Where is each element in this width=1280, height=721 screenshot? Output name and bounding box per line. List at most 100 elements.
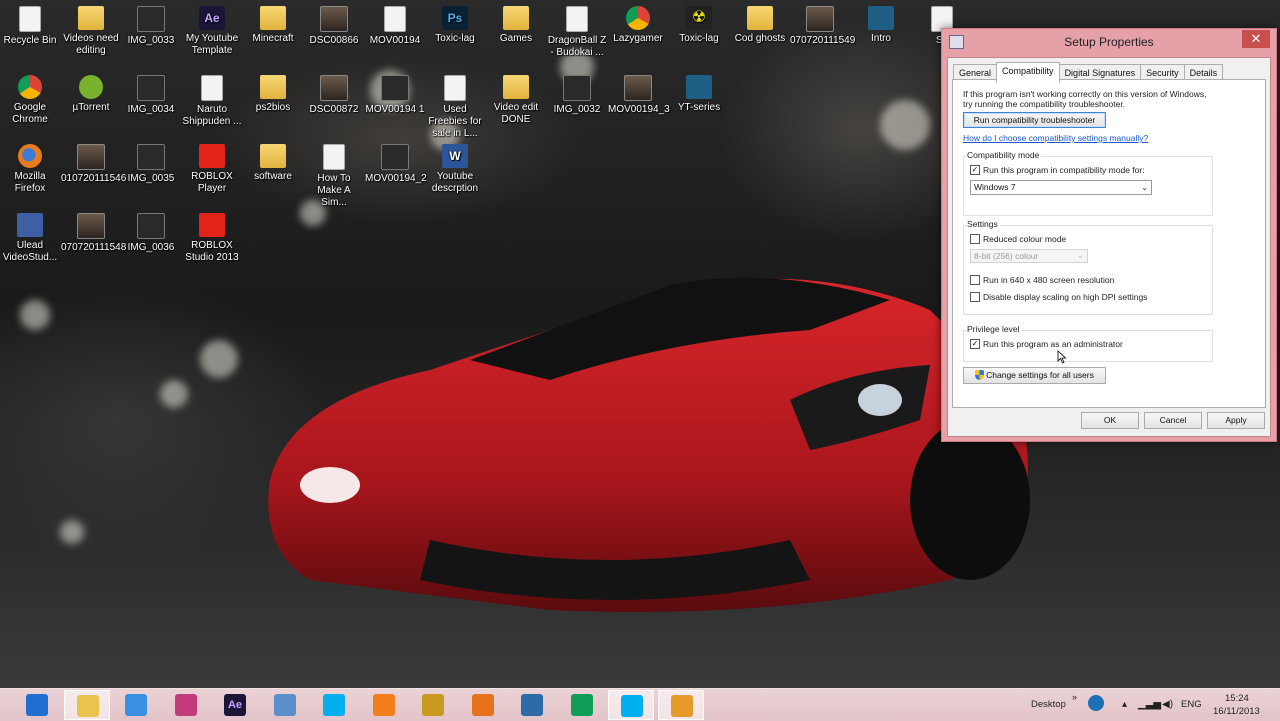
desktop-icon[interactable]: How To Make A Sim... — [304, 144, 364, 209]
desktop-icon[interactable]: IMG_0032 — [547, 75, 607, 116]
info-tray-icon[interactable] — [1088, 695, 1104, 711]
clock-time[interactable]: 15:24 — [1225, 693, 1249, 704]
taskbar-button[interactable] — [311, 690, 357, 720]
image-icon — [137, 213, 165, 239]
desktop-icon[interactable]: Intro — [851, 6, 911, 45]
desktop-icon[interactable]: 070720111548 — [61, 213, 126, 254]
desktop-icon[interactable]: Lazygamer — [608, 6, 668, 45]
desktop-icon[interactable]: software — [243, 144, 303, 183]
apply-button[interactable]: Apply — [1207, 412, 1265, 429]
taskbar-button[interactable] — [608, 690, 654, 720]
taskbar-button[interactable] — [14, 690, 60, 720]
desktop-icon[interactable]: Naruto Shippuden ... — [182, 75, 242, 128]
compatibility-mode-title: Compatibility mode — [967, 150, 1042, 160]
image-icon — [563, 75, 591, 101]
run-as-admin-checkbox[interactable]: ✓ — [970, 339, 980, 349]
taskbar-button[interactable] — [262, 690, 308, 720]
close-button[interactable]: ✕ — [1242, 30, 1270, 48]
folder-icon — [78, 6, 104, 30]
taskbar-button[interactable] — [63, 690, 110, 720]
desktop-icon[interactable]: Ulead VideoStud... — [0, 213, 60, 264]
desktop-icon-label: IMG_0036 — [127, 242, 175, 253]
desktop-icon[interactable]: Videos need editing — [61, 6, 121, 57]
desktop-icon[interactable]: W Youtube descrption — [425, 144, 485, 195]
compat-os-select[interactable]: Windows 7 ⌄ — [970, 180, 1152, 195]
image-icon — [320, 75, 348, 101]
taskbar-button[interactable] — [361, 690, 407, 720]
run-troubleshooter-button[interactable]: Run compatibility troubleshooter — [963, 112, 1106, 128]
volume-icon[interactable]: ◀) — [1162, 699, 1173, 710]
taskbar-button[interactable] — [163, 690, 209, 720]
desktop-icon[interactable]: IMG_0036 — [121, 213, 181, 254]
desktop-icon[interactable]: ROBLOX Player — [182, 144, 242, 195]
taskbar-button[interactable] — [509, 690, 555, 720]
desktop-icon[interactable]: 010720111546 — [61, 144, 126, 185]
desktop-icon[interactable]: DSC00866 — [304, 6, 364, 47]
reduced-colour-checkbox[interactable] — [970, 234, 980, 244]
language-indicator[interactable]: ENG — [1181, 699, 1202, 710]
folder-icon — [260, 144, 286, 168]
desktop-icon-label: Toxic-lag — [679, 33, 719, 44]
desktop-icon[interactable]: DSC00872 — [304, 75, 364, 116]
desktop-icon[interactable]: Recycle Bin — [0, 6, 60, 47]
desktop-icon[interactable]: Ps Toxic-lag — [425, 6, 485, 45]
desktop-icon[interactable]: IMG_0034 — [121, 75, 181, 116]
run-640x480-checkbox[interactable] — [970, 275, 980, 285]
desktop-icon[interactable]: ROBLOX Studio 2013 — [182, 213, 242, 264]
desktop-icon[interactable]: DragonBall Z - Budokai ... — [547, 6, 607, 59]
desktop-icon-label: software — [254, 171, 292, 182]
desktop-icon[interactable]: Games — [486, 6, 546, 45]
after-effects-icon: Ae — [199, 6, 225, 30]
taskbar-button[interactable]: Ae — [212, 690, 258, 720]
desktop-icon[interactable]: MOV00194 — [365, 6, 425, 47]
disable-dpi-scaling-checkbox[interactable] — [970, 292, 980, 302]
clock-date[interactable]: 16/11/2013 — [1213, 706, 1260, 717]
desktop-icon[interactable]: Ae My Youtube Template — [182, 6, 242, 57]
show-hidden-icons-icon[interactable]: ▴ — [1122, 699, 1127, 710]
desktop-icon[interactable]: Mozilla Firefox — [0, 144, 60, 195]
desktop-icon[interactable]: Google Chrome — [0, 75, 60, 126]
desktop-icon-label: DSC00872 — [309, 104, 359, 115]
desktop-icon[interactable]: Used Freebies for sale in L... — [425, 75, 485, 140]
desktop-icon[interactable]: YT-series — [669, 75, 729, 114]
chrome-icon — [570, 694, 593, 716]
taskbar-button[interactable] — [559, 690, 605, 720]
desktop-icon[interactable]: IMG_0035 — [121, 144, 181, 185]
desktop-icon-label: Games — [499, 33, 533, 44]
desktop-icon[interactable]: Video edit DONE — [486, 75, 546, 126]
run-as-admin-label: Run this program as an administrator — [983, 339, 1123, 349]
change-settings-all-users-button[interactable]: Change settings for all users — [963, 367, 1106, 384]
firefox-icon — [471, 694, 494, 716]
taskbar-button[interactable] — [113, 690, 159, 720]
cancel-button[interactable]: Cancel — [1144, 412, 1202, 429]
mouse-cursor-icon — [1057, 350, 1067, 364]
desktop-toolbar-label[interactable]: Desktop — [1031, 699, 1066, 710]
desktop-icon[interactable]: MOV00194 1 — [365, 75, 425, 116]
tab-compatibility[interactable]: Compatibility — [996, 62, 1060, 83]
desktop-icon[interactable]: 070720111549 — [790, 6, 855, 47]
compat-mode-checkbox[interactable]: ✓ — [970, 165, 980, 175]
skype-active-icon — [621, 695, 643, 717]
desktop-icon-label: MOV00194_2 — [365, 173, 427, 184]
taskbar-button[interactable] — [410, 690, 456, 720]
image-icon — [806, 6, 834, 32]
desktop-icon[interactable]: IMG_0033 — [121, 6, 181, 47]
desktop-icon[interactable]: µTorrent — [61, 75, 121, 114]
shortcut-icon — [323, 144, 345, 170]
desktop-icon[interactable]: ps2bios — [243, 75, 303, 114]
taskbar-button[interactable] — [460, 690, 506, 720]
taskbar-button[interactable] — [657, 690, 704, 720]
folder-icon — [503, 6, 529, 30]
video-icon — [624, 75, 652, 101]
help-link[interactable]: How do I choose compatibility settings m… — [963, 133, 1148, 143]
desktop-icon-label: Intro — [870, 33, 891, 44]
ok-button[interactable]: OK — [1081, 412, 1139, 429]
desktop-icon[interactable]: ☢ Toxic-lag — [669, 6, 729, 45]
title-bar[interactable]: Setup Properties ✕ — [942, 29, 1276, 55]
desktop-icon[interactable]: MOV00194_2 — [365, 144, 427, 185]
desktop-icon[interactable]: MOV00194_3 — [608, 75, 670, 116]
network-signal-icon[interactable]: ▁▃▅ — [1138, 699, 1161, 710]
toolbar-chevron-icon[interactable]: » — [1072, 692, 1077, 702]
desktop-icon[interactable]: Cod ghosts — [730, 6, 790, 45]
desktop-icon[interactable]: Minecraft — [243, 6, 303, 45]
